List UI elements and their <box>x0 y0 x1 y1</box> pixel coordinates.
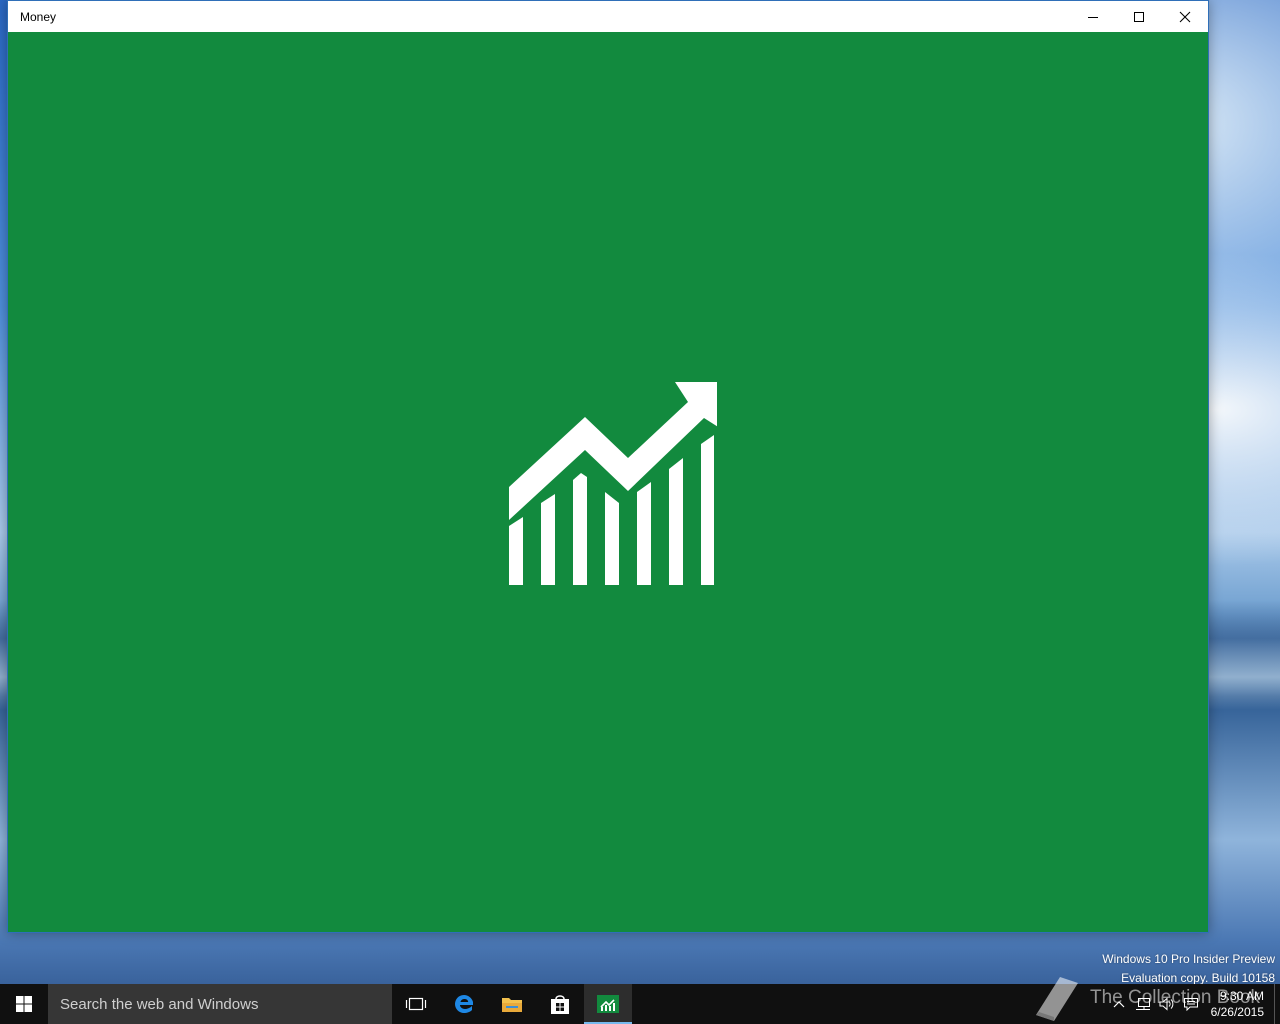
money-app-window[interactable]: Money <box>7 0 1209 933</box>
book-logo-icon <box>1036 977 1078 1021</box>
taskbar-money-button[interactable] <box>584 984 632 1024</box>
close-icon <box>1179 11 1191 22</box>
folder-icon <box>502 998 522 1012</box>
search-placeholder: Search the web and Windows <box>60 995 259 1013</box>
task-view-icon <box>405 997 427 1011</box>
start-button[interactable] <box>0 984 48 1024</box>
window-title: Money <box>20 9 57 24</box>
minimize-icon <box>1088 16 1098 18</box>
splash-screen <box>8 32 1208 932</box>
search-box[interactable]: Search the web and Windows <box>48 984 392 1024</box>
edge-icon <box>455 995 473 1013</box>
minimize-button[interactable] <box>1070 1 1116 32</box>
maximize-button[interactable] <box>1116 1 1162 32</box>
taskbar-file-explorer-button[interactable] <box>488 984 536 1024</box>
maximize-icon <box>1134 11 1144 22</box>
collection-book-text: The Collection Book <box>1090 987 1261 1008</box>
watermark-edition: Windows 10 Pro Insider Preview <box>1102 952 1275 966</box>
store-bag-icon <box>551 995 569 1014</box>
money-app-icon <box>597 995 619 1013</box>
show-desktop-button[interactable] <box>1274 984 1280 1024</box>
windows-logo-icon <box>16 996 32 1012</box>
money-chart-logo-icon <box>509 382 717 585</box>
close-button[interactable] <box>1162 1 1208 32</box>
task-view-button[interactable] <box>392 984 440 1024</box>
title-bar[interactable]: Money <box>8 1 1208 32</box>
taskbar-store-button[interactable] <box>536 984 584 1024</box>
collection-book-watermark: The Collection Book <box>1030 975 1260 1021</box>
taskbar-edge-button[interactable] <box>440 984 488 1024</box>
